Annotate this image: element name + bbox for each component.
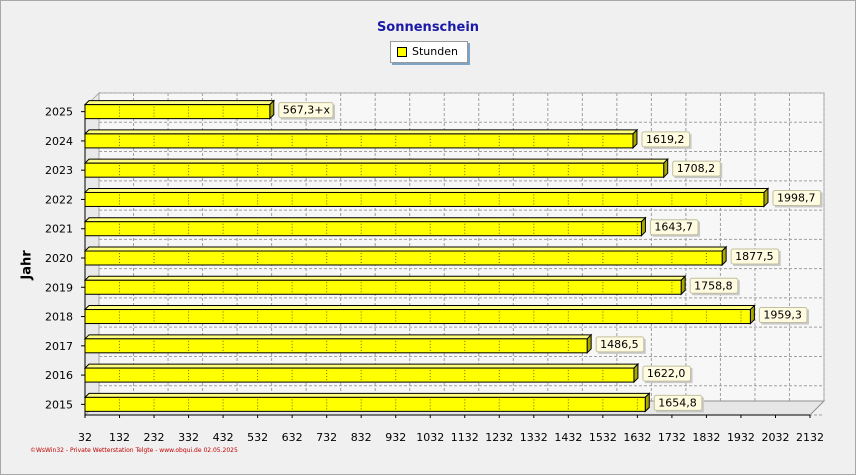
data-label: 1998,7 [777, 191, 816, 204]
x-tick-label: 232 [144, 431, 165, 444]
bar-side [633, 362, 639, 384]
x-tick-label: 832 [351, 431, 372, 444]
bar-top [83, 129, 639, 135]
data-label: 1619,2 [646, 133, 685, 146]
bar-top [83, 392, 651, 398]
x-tick-label: 1732 [658, 431, 686, 444]
y-tick-label: 2024 [45, 135, 73, 148]
bar-side [640, 216, 646, 237]
bar-side [269, 99, 275, 120]
bar-chart: 32 132 232 332 432 532 632 732 832 932 1032 1132 123… [45, 91, 826, 444]
data-label: 1877,5 [735, 250, 774, 263]
bar-top [83, 100, 276, 106]
data-label: 1959,3 [763, 309, 802, 322]
bar [84, 338, 588, 354]
bar-top [83, 246, 728, 252]
bar-side [749, 304, 755, 325]
y-tick-label: 2023 [45, 164, 73, 177]
x-tick-label: 632 [282, 431, 303, 444]
x-tick-label: 732 [316, 431, 337, 444]
bar-side [632, 128, 638, 150]
y-tick-label: 2015 [45, 398, 73, 411]
y-tick-label: 2025 [45, 106, 73, 119]
footer-credit: ©WsWin32 - Private Wetterstation Telgte … [30, 447, 238, 454]
bar-side [586, 333, 592, 355]
y-tick-label: 2022 [45, 193, 73, 206]
x-tick-label: 1332 [520, 431, 548, 444]
data-label: 1622,0 [647, 367, 686, 380]
bar [84, 396, 646, 412]
bar [84, 162, 665, 178]
bar-top [83, 217, 647, 223]
x-tick-label: 1832 [692, 431, 720, 444]
y-tick-label: 2021 [45, 223, 73, 236]
bar [84, 104, 271, 120]
bar [84, 191, 765, 207]
bar-top [83, 187, 770, 193]
data-label: 567,3+x [283, 104, 331, 117]
bar-side [721, 245, 727, 267]
bar-side [680, 275, 686, 296]
bar-side [644, 392, 650, 413]
data-label: 1708,2 [677, 162, 716, 175]
y-tick-label: 2018 [45, 311, 73, 324]
data-label: 1758,8 [694, 279, 733, 292]
x-tick-label: 432 [213, 431, 234, 444]
data-label: 1486,5 [600, 338, 639, 351]
data-label: 1654,8 [658, 396, 697, 409]
bar-top [83, 334, 593, 340]
x-tick-label: 932 [385, 431, 406, 444]
x-tick-label: 332 [178, 431, 199, 444]
y-tick-label: 2016 [45, 369, 73, 382]
x-tick-label: 1932 [727, 431, 755, 444]
x-tick-label: 32 [78, 431, 92, 444]
x-tick-label: 2132 [796, 431, 824, 444]
bar [84, 133, 634, 149]
x-tick-label: 1032 [416, 431, 444, 444]
bar-side [763, 187, 769, 208]
bar [84, 250, 723, 266]
x-tick-label: 1632 [623, 431, 651, 444]
y-tick-label: 2019 [45, 281, 73, 294]
bar-top [83, 363, 640, 369]
bar-top [83, 158, 669, 164]
bar [84, 279, 682, 295]
bar-top [83, 275, 687, 281]
x-tick-label: 1232 [485, 431, 513, 444]
x-tick-label: 2032 [761, 431, 789, 444]
bar [84, 367, 635, 383]
y-tick-label: 2020 [45, 252, 73, 265]
bar [84, 309, 751, 325]
bar-side [663, 157, 669, 179]
x-tick-label: 1532 [589, 431, 617, 444]
x-tick-label: 132 [109, 431, 130, 444]
bar-top [83, 305, 756, 311]
x-tick-label: 1432 [554, 431, 582, 444]
x-tick-label: 532 [247, 431, 268, 444]
x-tick-label: 1132 [451, 431, 479, 444]
data-label: 1643,7 [654, 221, 693, 234]
y-tick-label: 2017 [45, 340, 73, 353]
bar [84, 221, 642, 237]
